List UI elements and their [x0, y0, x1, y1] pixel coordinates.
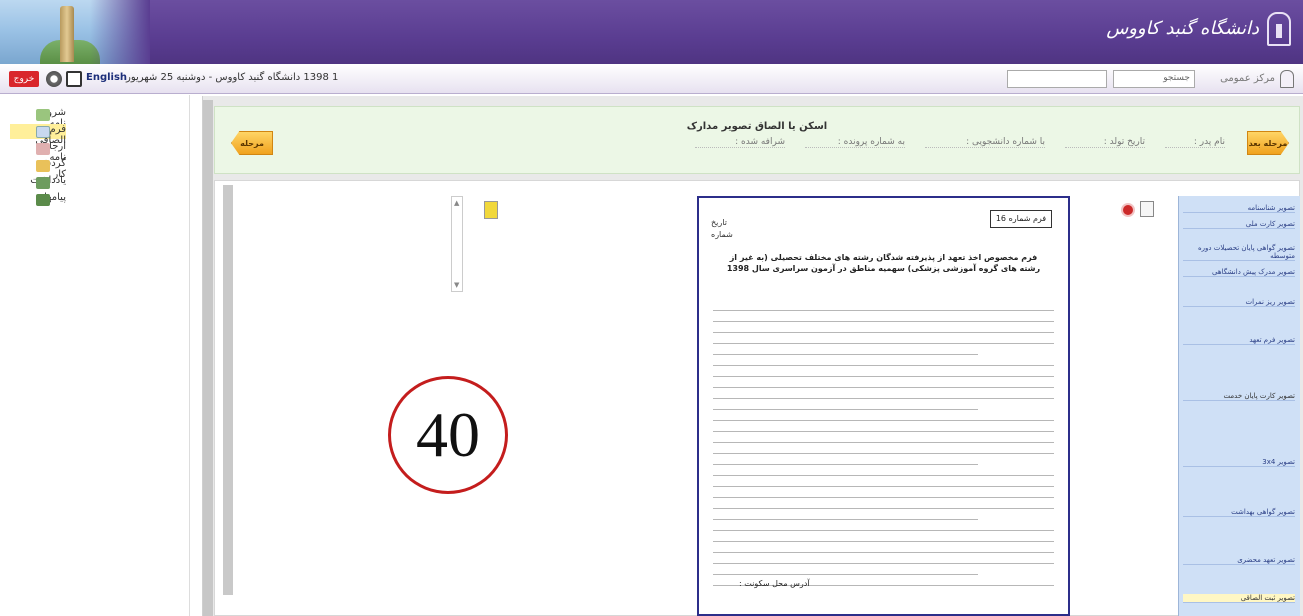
toolbar-select[interactable]: [1007, 70, 1107, 88]
next-step-button[interactable]: مرحله بعد: [1247, 131, 1289, 155]
doc-date-label: تاریخ: [711, 218, 727, 227]
doc-text-line: [713, 431, 1054, 432]
university-logo-icon: [1267, 12, 1291, 46]
content-scrollbar[interactable]: [223, 185, 233, 595]
delete-icon[interactable]: [1121, 203, 1135, 217]
doc-text-line: [713, 541, 1054, 542]
university-name: دانشگاه گنبد کاووس: [1106, 18, 1259, 39]
header-banner: دانشگاه گنبد کاووس: [0, 0, 1303, 64]
doc-text-line: [713, 574, 978, 575]
note-icon: [36, 177, 50, 189]
refer-icon: [36, 143, 50, 155]
doc-text-line: [713, 409, 978, 410]
top-toolbar: خروج English 1 1398 دانشگاه گنبد کاووس -…: [0, 64, 1303, 94]
field-father-name: نام پدر :: [1165, 137, 1225, 148]
doc-text-line: [713, 497, 1054, 498]
home-icon[interactable]: [1280, 70, 1294, 88]
doc-text-line: [713, 332, 1054, 333]
center-label[interactable]: مرکز عمومی: [1220, 73, 1275, 84]
annotation-number: 40: [388, 376, 508, 494]
form-icon: [36, 126, 50, 138]
document-type-list: تصویر شناسنامه تصویر کارت ملی تصویر گواهی …: [1178, 196, 1300, 616]
doc-text-line: [713, 563, 1054, 564]
document-type-item[interactable]: تصویر ریز نمرات: [1183, 298, 1295, 307]
letter-icon: [36, 109, 50, 121]
doc-text-line: [713, 321, 1054, 322]
doc-address-label: آدرس محل سکونت :: [739, 579, 810, 588]
messages-icon: [36, 194, 50, 206]
doc-text-line: [713, 464, 978, 465]
search-input[interactable]: جستجو: [1113, 70, 1195, 88]
doc-text-line: [713, 420, 1054, 421]
file-icon[interactable]: [1140, 201, 1154, 217]
banner-tower: [60, 6, 74, 62]
window-icon[interactable]: [66, 71, 82, 87]
document-type-item[interactable]: تصویر 3x4: [1183, 458, 1295, 467]
field-student-id: با شماره دانشجویی :: [925, 137, 1045, 148]
doc-text-line: [713, 343, 1054, 344]
field-birth-date: تاریخ تولد :: [1065, 137, 1145, 148]
mini-scrollbox[interactable]: ▲ ▼: [451, 196, 463, 292]
doc-text-line: [713, 453, 1054, 454]
scroll-up-icon[interactable]: ▲: [454, 199, 459, 207]
document-type-item[interactable]: تصویر ثبت الصاقی: [1183, 594, 1295, 603]
exit-button[interactable]: خروج: [9, 71, 39, 87]
doc-text-line: [713, 398, 1054, 399]
prev-step-button[interactable]: مرحله قبل: [231, 131, 273, 155]
doc-text-line: [713, 387, 1054, 388]
document-type-item[interactable]: تصویر فرم تعهد: [1183, 336, 1295, 345]
doc-text-line: [713, 310, 1054, 311]
document-type-item[interactable]: تصویر تعهد محضری: [1183, 556, 1295, 565]
scanned-document: فرم شماره 16 تاریخ شماره فرم مخصوص اخذ ت…: [697, 196, 1070, 616]
document-type-item[interactable]: تصویر کارت پایان خدمت: [1183, 392, 1295, 401]
document-type-item[interactable]: تصویر کارت ملی: [1183, 220, 1295, 229]
doc-text-line: [713, 530, 1054, 531]
english-link[interactable]: English: [86, 72, 127, 83]
doc-text-line: [713, 376, 1054, 377]
sidebar: شروع نامه فرم الصاقی ارجاع نامه گردش کار…: [0, 95, 190, 616]
panel-title: اسکن یا الصاق تصویر مدارک: [686, 121, 828, 132]
form-number: فرم شماره 16: [990, 210, 1052, 228]
document-type-item[interactable]: تصویر گواهی بهداشت: [1183, 508, 1295, 517]
doc-text-line: [713, 519, 978, 520]
doc-headline: فرم مخصوص اخذ تعهد از پذیرفته شدگان رشته…: [726, 253, 1041, 273]
document-type-item[interactable]: تصویر مدرک پیش دانشگاهی: [1183, 268, 1295, 277]
refresh-icon[interactable]: [46, 71, 62, 87]
doc-text-line: [713, 508, 1054, 509]
scroll-down-icon[interactable]: ▼: [454, 281, 459, 289]
document-type-item[interactable]: تصویر شناسنامه: [1183, 204, 1295, 213]
document-type-item[interactable]: تصویر گواهی پایان تحصیلات دوره متوسطه: [1183, 244, 1295, 261]
doc-text-line: [713, 552, 1054, 553]
field-file-number: به شماره پرونده :: [805, 137, 905, 148]
record-header: مرحله قبل اسکن یا الصاق تصویر مدارک نام …: [214, 106, 1300, 174]
doc-text-line: [713, 486, 1054, 487]
doc-text-line: [713, 354, 978, 355]
status-text: 1 1398 دانشگاه گنبد کاووس - دوشنبه 25 شه…: [126, 72, 339, 83]
workflow-icon: [36, 160, 50, 172]
sticky-note-icon[interactable]: [484, 201, 498, 219]
doc-text-line: [713, 475, 1054, 476]
doc-number-label: شماره: [711, 230, 733, 239]
banner-fade: [90, 0, 150, 64]
doc-text-line: [713, 365, 1054, 366]
doc-text-line: [713, 442, 1054, 443]
field-status: شرافه شده :: [695, 137, 785, 148]
record-fields: نام پدر : تاریخ تولد : با شماره دانشجویی…: [545, 137, 1225, 151]
banner-photo: [0, 0, 150, 64]
main-scrollbar[interactable]: [203, 100, 213, 616]
